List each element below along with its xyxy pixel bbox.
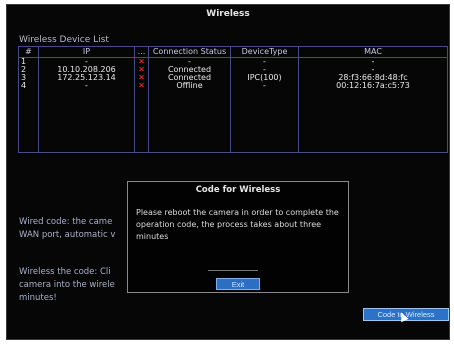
cell-ip: 172.25.123.14 — [38, 74, 135, 82]
table-row[interactable]: 2 10.10.208.206 ✕ Connected - - — [18, 66, 448, 74]
code-for-wireless-dialog: Code for Wireless Please reboot the came… — [127, 181, 349, 293]
cell-mac: - — [298, 57, 448, 66]
table-row[interactable]: 4 - ✕ Offline - 00:12:16:7a:c5:73 — [18, 82, 448, 90]
wireless-code-text: Wireless the code: Cli camera into the w… — [19, 267, 115, 303]
cell-status: - — [148, 57, 231, 66]
remove-cell[interactable]: ✕ — [134, 82, 149, 90]
cell-ip: - — [38, 82, 135, 90]
x-icon[interactable]: ✕ — [138, 58, 145, 67]
remove-cell[interactable]: ✕ — [134, 74, 149, 82]
dialog-message: Please reboot the camera in order to com… — [136, 208, 339, 241]
cell-status: Offline — [148, 82, 231, 90]
table-row[interactable]: 1 - ✕ - - - — [18, 57, 448, 67]
column-header-ip: IP — [38, 46, 135, 58]
divider — [208, 270, 258, 271]
cell-type: - — [230, 57, 299, 66]
window-title: Wireless — [206, 9, 250, 19]
cell-num: 3 — [18, 74, 39, 82]
table-row[interactable]: 3 172.25.123.14 ✕ Connected IPC(100) 28:… — [18, 74, 448, 82]
remove-cell[interactable]: ✕ — [134, 66, 149, 74]
column-header-status: Connection Status — [148, 46, 231, 58]
column-header-num: # — [18, 46, 39, 58]
cell-num: 1 — [18, 57, 39, 66]
cell-status: Connected — [148, 74, 231, 82]
device-table: # IP ... Connection Status DeviceType MA… — [18, 46, 448, 153]
remove-cell[interactable]: ✕ — [134, 57, 149, 67]
cell-mac: - — [298, 66, 448, 74]
cell-ip: 10.10.208.206 — [38, 66, 135, 74]
column-header-type: DeviceType — [230, 46, 299, 58]
column-header-remove: ... — [134, 46, 149, 58]
wired-code-text: Wired code: the came WAN port, automatic… — [19, 217, 116, 240]
cell-type: IPC(100) — [230, 74, 299, 82]
wireless-window: Wireless Wireless Device List # IP ... C… — [6, 4, 450, 340]
cell-ip: - — [38, 57, 135, 66]
column-header-mac: MAC — [298, 46, 448, 58]
device-list-label: Wireless Device List — [19, 35, 109, 45]
cell-num: 4 — [18, 82, 39, 90]
cell-num: 2 — [18, 66, 39, 74]
table-header-row: # IP ... Connection Status DeviceType MA… — [18, 46, 448, 58]
table-empty-area — [18, 90, 448, 153]
exit-button[interactable]: Exit — [216, 278, 260, 290]
x-icon[interactable]: ✕ — [138, 74, 145, 82]
cell-mac: 00:12:16:7a:c5:73 — [298, 82, 448, 90]
cell-type: - — [230, 66, 299, 74]
dialog-title: Code for Wireless — [195, 185, 281, 195]
cell-type: - — [230, 82, 299, 90]
x-icon[interactable]: ✕ — [138, 82, 145, 90]
cell-status: Connected — [148, 66, 231, 74]
cell-mac: 28:f3:66:8d:48:fc — [298, 74, 448, 82]
x-icon[interactable]: ✕ — [138, 66, 145, 74]
